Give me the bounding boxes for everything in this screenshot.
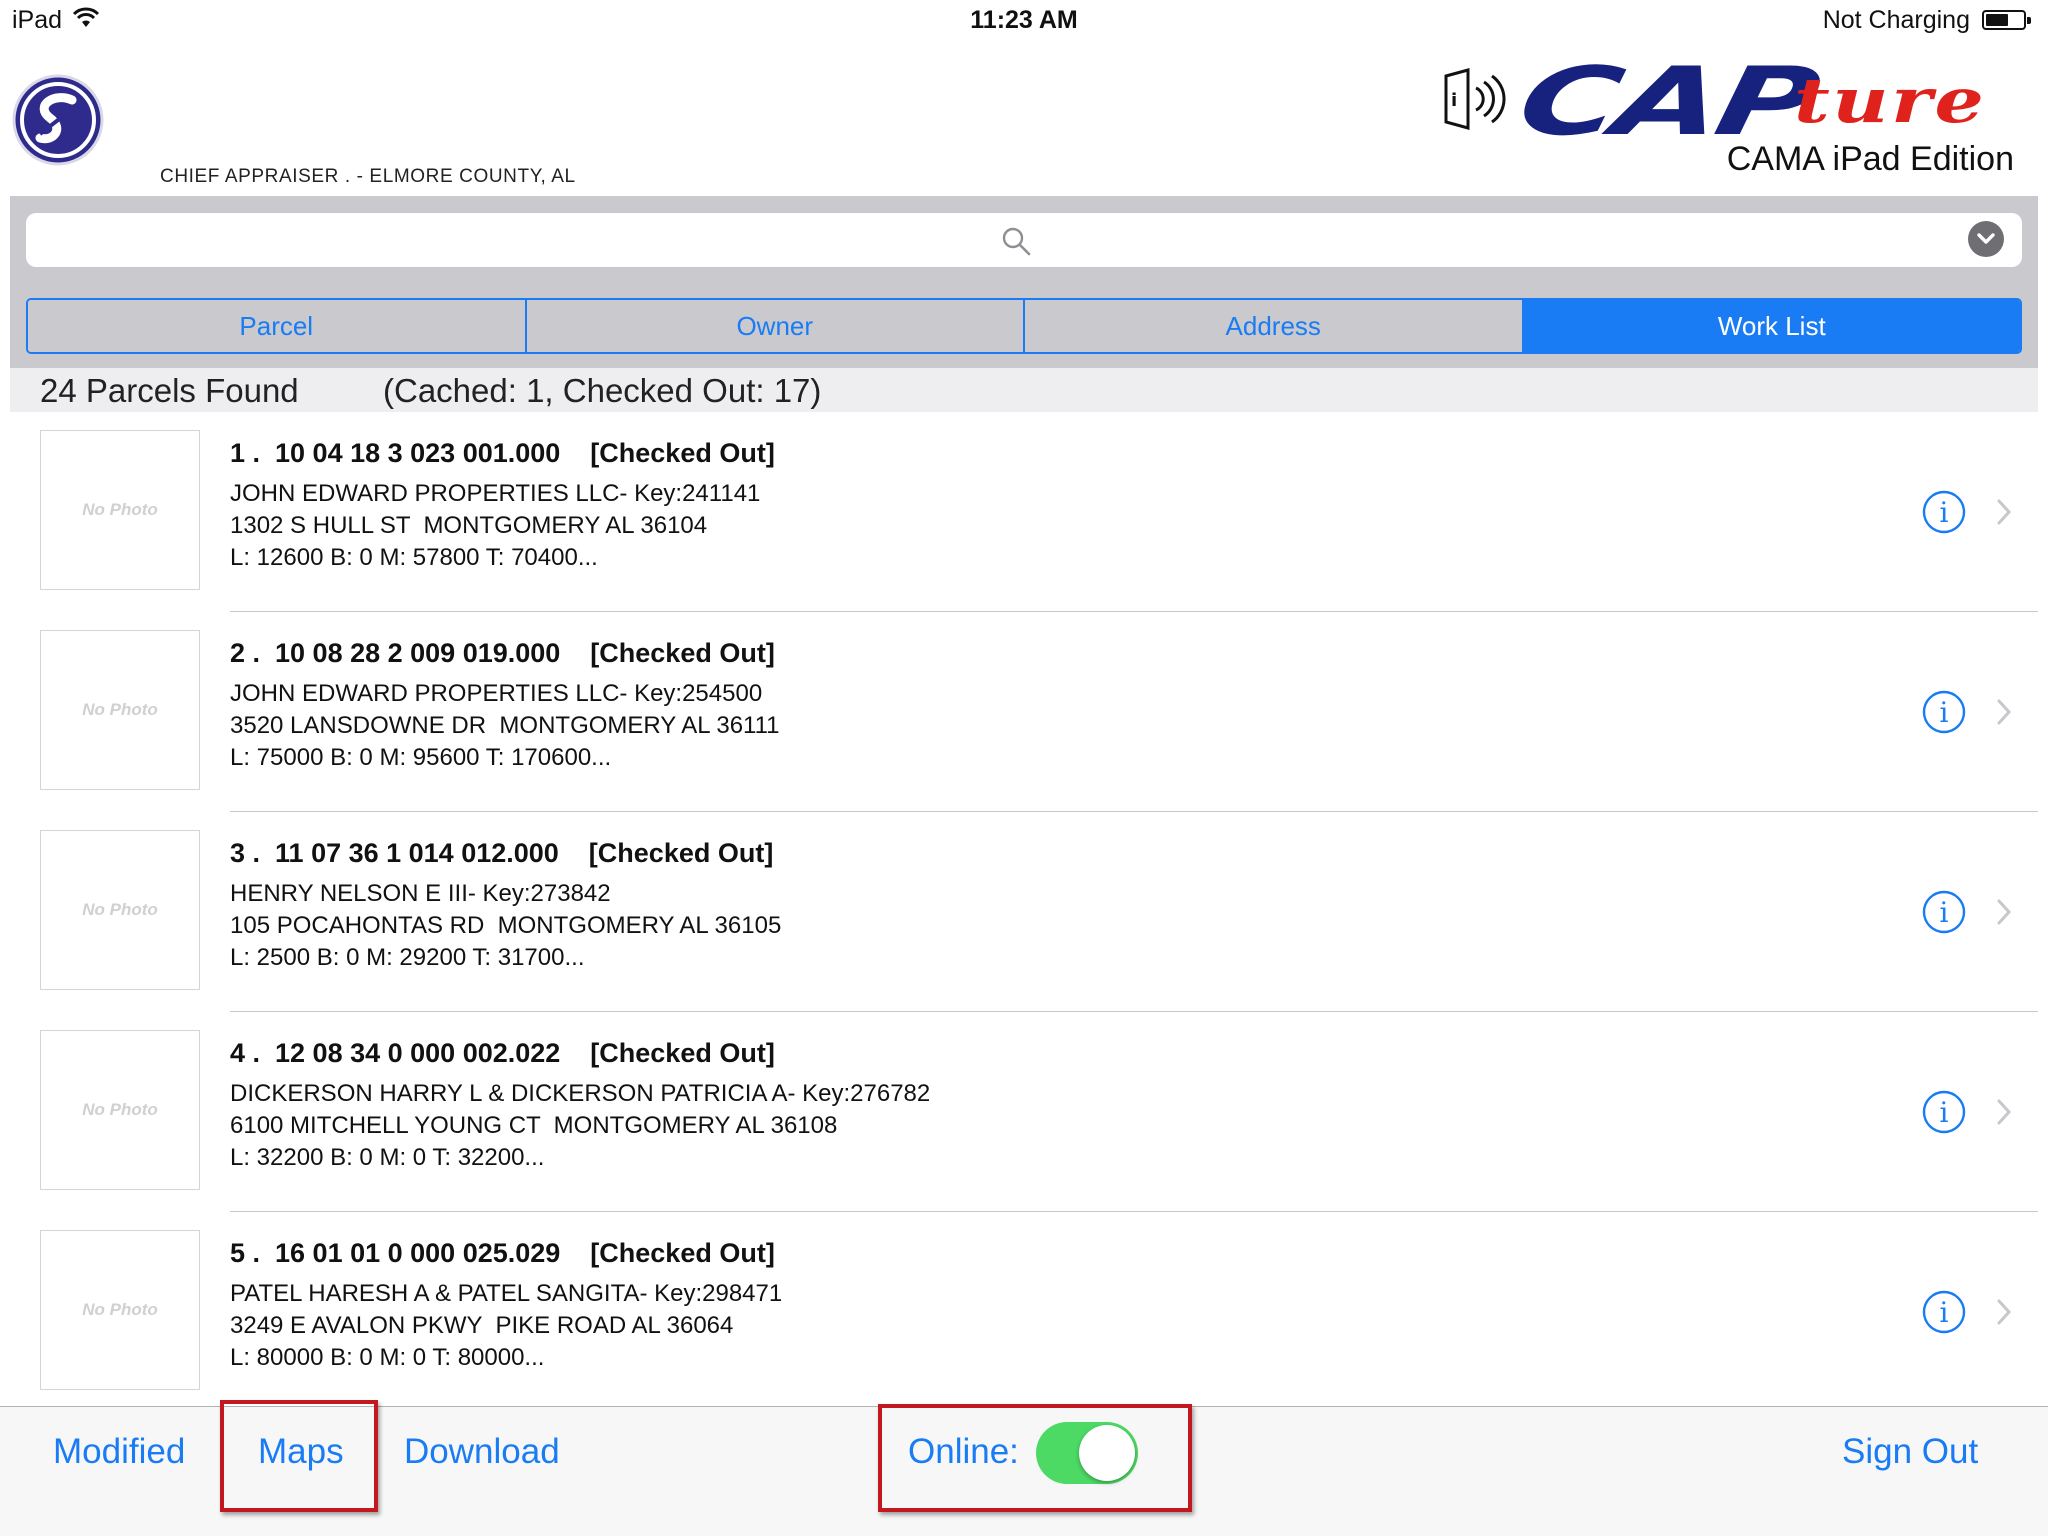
parcel-owner: JOHN EDWARD PROPERTIES LLC- Key:254500 (230, 680, 763, 707)
list-item[interactable]: No Photo 1 . 10 04 18 3 023 001.000 [Che… (10, 412, 2038, 612)
clock: 11:23 AM (970, 6, 1078, 34)
app-logo (12, 74, 104, 166)
parcel-photo: No Photo (40, 830, 200, 990)
parcel-values: L: 80000 B: 0 M: 0 T: 80000... (230, 1344, 545, 1371)
list-item[interactable]: No Photo 5 . 16 01 01 0 000 025.029 [Che… (10, 1212, 2038, 1406)
parcel-values: L: 12600 B: 0 M: 57800 T: 70400... (230, 544, 598, 571)
svg-text:i: i (1451, 90, 1457, 111)
tab-address[interactable]: Address (1025, 300, 1524, 352)
chevron-right-icon (1997, 699, 2012, 725)
edition-label: CAMA iPad Edition (1726, 140, 2014, 178)
parcel-photo: No Photo (40, 1230, 200, 1390)
parcel-address: 3249 E AVALON PKWY PIKE ROAD AL 36064 (230, 1312, 734, 1339)
svg-text:i: i (1940, 496, 1949, 529)
parcel-owner: DICKERSON HARRY L & DICKERSON PATRICIA A… (230, 1080, 931, 1107)
no-photo-label: No Photo (82, 900, 158, 919)
no-photo-label: No Photo (82, 1100, 158, 1119)
svg-text:i: i (1940, 1296, 1949, 1329)
parcel-title: 5 . 16 01 01 0 000 025.029 [Checked Out] (230, 1238, 775, 1268)
list-item[interactable]: No Photo 2 . 10 08 28 2 009 019.000 [Che… (10, 612, 2038, 812)
parcel-photo: No Photo (40, 630, 200, 790)
info-icon[interactable]: i (1922, 890, 1966, 934)
search-icon (1002, 227, 1031, 256)
no-photo-label: No Photo (82, 1300, 158, 1319)
info-icon[interactable]: i (1922, 1290, 1966, 1334)
chevron-right-icon (1997, 899, 2012, 925)
chevron-right-icon (1997, 1299, 2012, 1325)
online-highlight-box (878, 1404, 1192, 1512)
parcel-address: 3520 LANSDOWNE DR MONTGOMERY AL 36111 (230, 712, 780, 739)
parcel-photo: No Photo (40, 430, 200, 590)
tab-parcel[interactable]: Parcel (28, 300, 527, 352)
parcel-title: 1 . 10 04 18 3 023 001.000 [Checked Out] (230, 438, 775, 468)
no-photo-label: No Photo (82, 700, 158, 719)
parcel-address: 105 POCAHONTAS RD MONTGOMERY AL 36105 (230, 912, 782, 939)
battery-icon (1982, 10, 2031, 30)
svg-text:i: i (1940, 696, 1949, 729)
parcel-photo: No Photo (40, 1030, 200, 1190)
parcel-title: 4 . 12 08 34 0 000 002.022 [Checked Out] (230, 1038, 775, 1068)
parcel-values: L: 75000 B: 0 M: 95600 T: 170600... (230, 744, 612, 771)
info-icon[interactable]: i (1922, 690, 1966, 734)
chevron-down-icon (1977, 233, 1995, 244)
maps-highlight-box (220, 1400, 378, 1512)
chevron-right-icon (1997, 1099, 2012, 1125)
parcel-list[interactable]: No Photo 1 . 10 04 18 3 023 001.000 [Che… (10, 412, 2038, 1406)
results-summary-bar (10, 368, 2038, 412)
tab-owner[interactable]: Owner (526, 300, 1025, 352)
organization-name: CHIEF APPRAISER . - ELMORE COUNTY, AL (160, 166, 576, 187)
nfc-reader-icon[interactable]: i (1442, 68, 1506, 130)
info-icon[interactable]: i (1922, 1090, 1966, 1134)
no-photo-label: No Photo (82, 500, 158, 519)
results-cache-status: (Cached: 1, Checked Out: 17) (383, 372, 822, 409)
tab-work-list[interactable]: Work List (1523, 300, 2020, 352)
parcel-title: 2 . 10 08 28 2 009 019.000 [Checked Out] (230, 638, 775, 668)
svg-text:i: i (1940, 1096, 1949, 1129)
parcel-owner: JOHN EDWARD PROPERTIES LLC- Key:241141 (230, 480, 761, 507)
parcel-owner: PATEL HARESH A & PATEL SANGITA- Key:2984… (230, 1280, 783, 1307)
list-item[interactable]: No Photo 3 . 11 07 36 1 014 012.000 [Che… (10, 812, 2038, 1012)
parcel-address: 1302 S HULL ST MONTGOMERY AL 36104 (230, 512, 708, 539)
modified-button[interactable]: Modified (53, 1432, 185, 1472)
parcel-title: 3 . 11 07 36 1 014 012.000 [Checked Out] (230, 838, 774, 868)
parcel-values: L: 32200 B: 0 M: 0 T: 32200... (230, 1144, 545, 1171)
chevron-right-icon (1997, 499, 2012, 525)
sign-out-button[interactable]: Sign Out (1842, 1432, 1978, 1472)
charging-status: Not Charging (1822, 6, 1970, 34)
search-type-tabs: Parcel Owner Address Work List (26, 298, 2022, 354)
brand-logo: CAP ture (1510, 48, 1984, 157)
list-item[interactable]: No Photo 4 . 12 08 34 0 000 002.022 [Che… (10, 1012, 2038, 1212)
parcel-address: 6100 MITCHELL YOUNG CT MONTGOMERY AL 361… (230, 1112, 838, 1139)
results-count: 24 Parcels Found (40, 372, 299, 409)
svg-text:i: i (1940, 896, 1949, 929)
download-button[interactable]: Download (404, 1432, 560, 1472)
parcel-owner: HENRY NELSON E III- Key:273842 (230, 880, 611, 907)
info-icon[interactable]: i (1922, 490, 1966, 534)
parcel-values: L: 2500 B: 0 M: 29200 T: 31700... (230, 944, 585, 971)
brand-script: ture (1794, 64, 1987, 137)
search-options-button[interactable] (1968, 221, 2004, 257)
status-bar: iPad 11:23 AM Not Charging (0, 0, 2048, 42)
